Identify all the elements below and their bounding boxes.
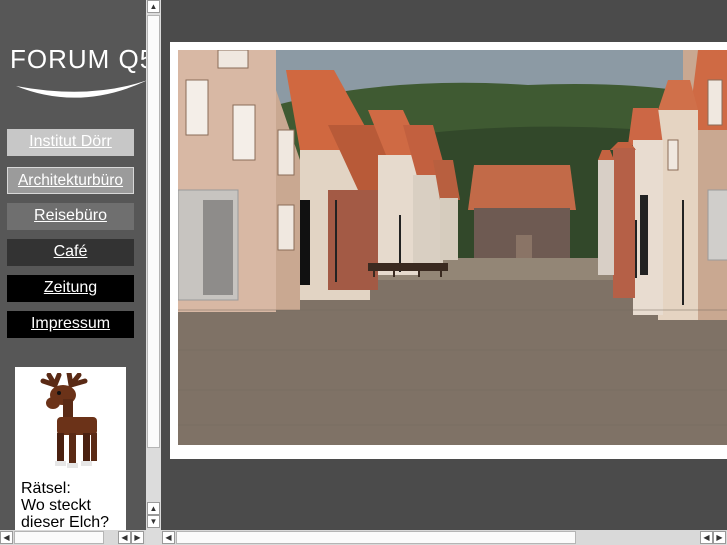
scroll-right-arrow-icon[interactable]: ▶: [713, 531, 726, 544]
nav-architekturbuero[interactable]: Architekturbüro: [7, 167, 134, 194]
elk-caption: Rätsel: Wo steckt dieser Elch?: [21, 480, 109, 530]
left-frame-horizontal-scrollbar[interactable]: ◀ ◀ ▶: [0, 530, 146, 545]
scroll-left-arrow-icon[interactable]: ◀: [700, 531, 713, 544]
elk-puzzle-card[interactable]: Rätsel: Wo steckt dieser Elch?: [15, 367, 126, 530]
scrollbar-thumb[interactable]: [14, 531, 104, 544]
left-frame: FORUM Q5 Institut Dörr Architekturbüro R…: [0, 0, 146, 530]
left-frame-vertical-scrollbar[interactable]: ▲ ▲ ▼: [146, 0, 161, 530]
forum-logo: FORUM Q5: [10, 42, 146, 112]
main-frame: [162, 0, 727, 530]
main-frame-horizontal-scrollbar[interactable]: ◀ ◀ ▶: [162, 530, 727, 545]
scroll-left-arrow-icon[interactable]: ◀: [118, 531, 131, 544]
scrollbar-thumb[interactable]: [147, 15, 160, 448]
scrollbar-thumb[interactable]: [176, 531, 576, 544]
nav-cafe[interactable]: Café: [7, 239, 134, 266]
street-scene-image: [178, 50, 727, 445]
nav-impressum[interactable]: Impressum: [7, 311, 134, 338]
elk-figure-icon: [40, 373, 97, 468]
scrollbar-corner: [146, 530, 162, 545]
nav-zeitung[interactable]: Zeitung: [7, 275, 134, 302]
logo-swoosh-icon: [16, 80, 146, 98]
scroll-up-arrow-icon[interactable]: ▲: [147, 502, 160, 515]
scroll-up-arrow-icon[interactable]: ▲: [147, 0, 160, 13]
street-scene-frame: [170, 42, 727, 459]
scroll-down-arrow-icon[interactable]: ▼: [147, 515, 160, 528]
nav-institut-doerr[interactable]: Institut Dörr: [7, 129, 134, 156]
nav-reisebuero[interactable]: Reisebüro: [7, 203, 134, 230]
elk-caption-text: Rätsel: Wo steckt dieser Elch?: [21, 480, 110, 530]
scroll-right-arrow-icon[interactable]: ▶: [131, 531, 144, 544]
scroll-left-arrow-icon[interactable]: ◀: [0, 531, 13, 544]
scroll-left-arrow-icon[interactable]: ◀: [162, 531, 175, 544]
